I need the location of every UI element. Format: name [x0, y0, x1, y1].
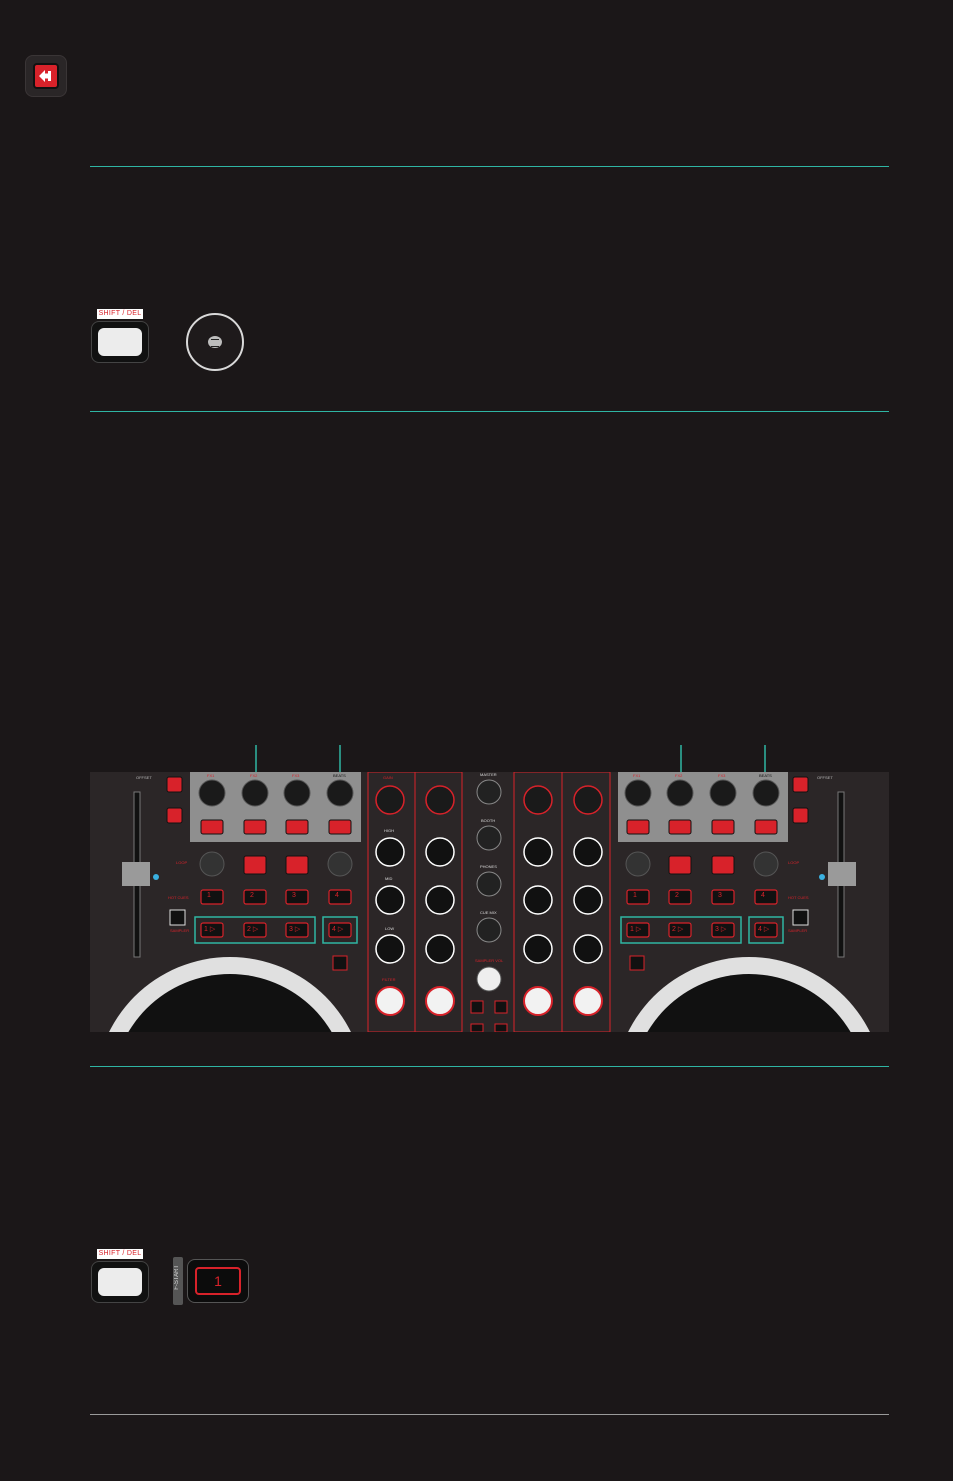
- fx-label: BEATS: [759, 773, 772, 778]
- filter-label: FILTER: [382, 977, 396, 982]
- footer-divider: [90, 1414, 889, 1415]
- fx-label: FX3: [292, 773, 300, 778]
- booth-label: BOOTH: [481, 818, 496, 823]
- sampler-pad[interactable]: 4 ▷: [758, 925, 769, 933]
- fx-label: BEATS: [333, 773, 346, 778]
- controller-illustration: OFFSET OFFSET LOOP LOOP HOT CUES HOT CUE…: [90, 771, 889, 1227]
- offset-label-right: OFFSET: [817, 775, 833, 780]
- phones-label: PHONES: [480, 864, 497, 869]
- sampler-label-left: SAMPLER: [170, 928, 190, 933]
- sampler-pad[interactable]: 4 ▷: [332, 925, 343, 933]
- hot-cue-pad[interactable]: 4: [761, 892, 765, 899]
- pad-1-label: 1: [195, 1267, 241, 1295]
- hot-cue-pad[interactable]: 1: [207, 892, 211, 899]
- fx-label: FX3: [718, 773, 726, 778]
- sampler-pad[interactable]: 2 ▷: [672, 925, 683, 933]
- fx-label: FX2: [250, 773, 258, 778]
- loop-label-right: LOOP: [788, 860, 800, 865]
- f-start-tag: F-START: [173, 1257, 183, 1305]
- hot-cue-pad[interactable]: 4: [335, 892, 339, 899]
- hot-cues-label-right: HOT CUES: [788, 895, 809, 900]
- section-divider: [90, 1066, 889, 1067]
- shift-del-button[interactable]: SHIFT / DEL: [91, 1249, 149, 1307]
- hot-cue-pad[interactable]: 2: [675, 892, 679, 899]
- offset-label-left: OFFSET: [136, 775, 152, 780]
- fx-label: FX2: [675, 773, 683, 778]
- sampler-pad[interactable]: 3 ▷: [715, 925, 726, 933]
- sampler-label-right: SAMPLER: [788, 928, 808, 933]
- shift-del-label: SHIFT / DEL: [97, 1249, 143, 1259]
- loop-label-left: LOOP: [176, 860, 188, 865]
- sampler-pad[interactable]: 3 ▷: [289, 925, 300, 933]
- mid-label: MID: [385, 876, 393, 881]
- sampler-pad[interactable]: 1 ▷: [630, 925, 641, 933]
- master-label: MASTER: [480, 772, 497, 777]
- fx-label: FX1: [207, 773, 215, 778]
- hot-cue-pad[interactable]: 3: [718, 892, 722, 899]
- hot-cue-pad[interactable]: 2: [250, 892, 254, 899]
- hot-cue-pad-1[interactable]: F-START 1: [173, 1257, 249, 1305]
- hot-cues-label-left: HOT CUES: [168, 895, 189, 900]
- sampler-pad[interactable]: 2 ▷: [247, 925, 258, 933]
- high-label: HIGH: [384, 828, 394, 833]
- fx-label: FX1: [633, 773, 641, 778]
- cue-mix-label: CUE MIX: [480, 910, 497, 915]
- low-label: LOW: [385, 926, 395, 931]
- hot-cue-pad[interactable]: 1: [633, 892, 637, 899]
- hot-cue-pad[interactable]: 3: [292, 892, 296, 899]
- sampler-vol-label: SAMPLER VOL: [475, 958, 504, 963]
- sampler-pad[interactable]: 1 ▷: [204, 925, 215, 933]
- gain-label: GAIN: [383, 775, 393, 780]
